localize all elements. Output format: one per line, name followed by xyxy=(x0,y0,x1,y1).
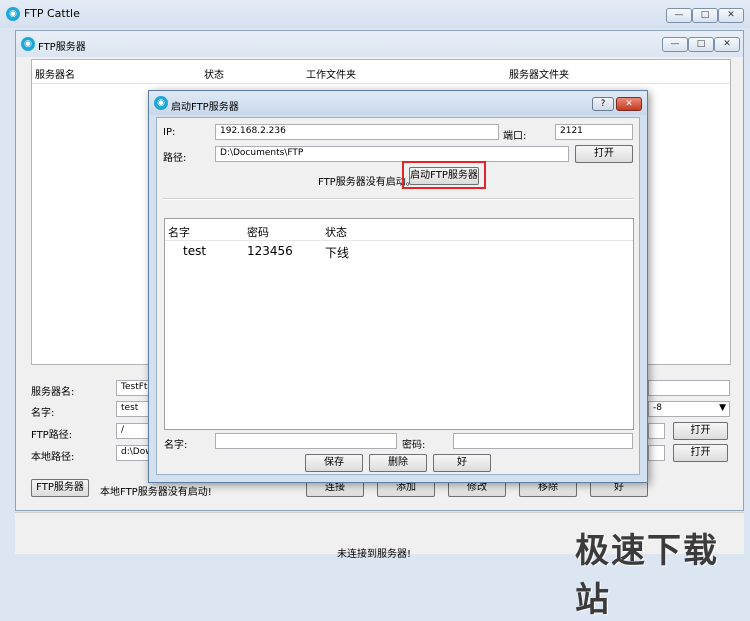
port-label: 端口: xyxy=(503,131,527,142)
dialog-ok-button[interactable]: 好 xyxy=(433,454,491,472)
path-label: 路径: xyxy=(163,153,187,164)
dialog-title: 启动FTP服务器 xyxy=(171,102,239,113)
ftp-path-label: FTP路径: xyxy=(31,430,73,441)
dialog-body: IP: 192.168.2.236 端口: 2121 路径: D:\Docume… xyxy=(156,117,640,475)
chevron-down-icon: ▼ xyxy=(719,403,726,413)
encoding-select[interactable]: -8 ▼ xyxy=(648,401,730,417)
inner-window-title: FTP服务器 xyxy=(38,42,86,53)
user-list-header: 名字 密码 状态 xyxy=(165,219,633,241)
local-server-status: 本地FTP服务器没有启动! xyxy=(100,487,212,498)
save-button[interactable]: 保存 xyxy=(305,454,363,472)
ftp-server-button[interactable]: FTP服务器 xyxy=(31,479,89,497)
user-password-label: 密码: xyxy=(402,440,426,451)
app-title: FTP Cattle xyxy=(24,7,80,20)
path-field[interactable]: D:\Documents\FTP xyxy=(215,146,569,162)
user-list[interactable]: 名字 密码 状态 test 123456 下线 xyxy=(164,218,634,430)
separator xyxy=(163,198,633,200)
close-button[interactable]: ✕ xyxy=(718,8,744,23)
local-path-field-right[interactable] xyxy=(648,445,665,461)
watermark: 极速下载站 xyxy=(575,531,719,620)
column-status[interactable]: 状态 xyxy=(325,224,347,240)
app-icon: ◉ xyxy=(6,7,20,21)
server-icon: ◉ xyxy=(21,37,35,51)
name-label: 名字: xyxy=(31,408,55,419)
column-work-folder[interactable]: 工作文件夹 xyxy=(306,66,356,81)
ip-field[interactable]: 192.168.2.236 xyxy=(215,124,499,140)
dialog-title-bar: ◉ 启动FTP服务器 ? ✕ xyxy=(149,91,647,115)
user-name-label: 名字: xyxy=(164,440,188,451)
inner-minimize-button[interactable]: — xyxy=(662,37,688,52)
inner-maximize-button[interactable]: □ xyxy=(688,37,714,52)
open-local-path-button[interactable]: 打开 xyxy=(673,444,728,462)
start-ftp-server-button[interactable]: 启动FTP服务器 xyxy=(409,167,479,185)
column-password[interactable]: 密码 xyxy=(247,224,269,240)
start-ftp-server-dialog: ◉ 启动FTP服务器 ? ✕ IP: 192.168.2.236 端口: 212… xyxy=(148,90,648,483)
column-server-folder[interactable]: 服务器文件夹 xyxy=(509,66,569,81)
dialog-icon: ◉ xyxy=(154,96,168,110)
ip-label: IP: xyxy=(163,127,176,138)
column-status[interactable]: 状态 xyxy=(204,66,224,81)
user-status: 下线 xyxy=(325,246,350,260)
maximize-button[interactable]: □ xyxy=(692,8,718,23)
help-button[interactable]: ? xyxy=(592,97,614,111)
table-row[interactable]: test 123456 下线 xyxy=(165,243,633,261)
inner-close-button[interactable]: ✕ xyxy=(714,37,740,52)
connection-status: 未连接到服务器! xyxy=(337,549,412,560)
user-password: 123456 xyxy=(247,244,293,258)
user-password-field[interactable] xyxy=(453,433,633,449)
column-name[interactable]: 名字 xyxy=(168,224,190,240)
column-server-name[interactable]: 服务器名 xyxy=(35,66,75,81)
encoding-value: -8 xyxy=(653,403,662,413)
ftp-path-field-right[interactable] xyxy=(648,423,665,439)
app-title-bar: ◉ FTP Cattle — □ ✕ xyxy=(0,0,750,28)
minimize-button[interactable]: — xyxy=(666,8,692,23)
server-name-label: 服务器名: xyxy=(31,387,75,398)
user-name-field[interactable] xyxy=(215,433,397,449)
dialog-close-button[interactable]: ✕ xyxy=(616,97,642,111)
open-ftp-path-button[interactable]: 打开 xyxy=(673,422,728,440)
open-path-button[interactable]: 打开 xyxy=(575,145,633,163)
server-name-field-right[interactable] xyxy=(648,380,730,396)
port-field[interactable]: 2121 xyxy=(555,124,633,140)
inner-title-bar: ◉ FTP服务器 — □ ✕ xyxy=(16,31,743,57)
server-list-header: 服务器名 状态 工作文件夹 服务器文件夹 xyxy=(32,60,730,84)
local-path-label: 本地路径: xyxy=(31,452,75,463)
delete-button[interactable]: 删除 xyxy=(369,454,427,472)
user-name: test xyxy=(183,244,207,258)
